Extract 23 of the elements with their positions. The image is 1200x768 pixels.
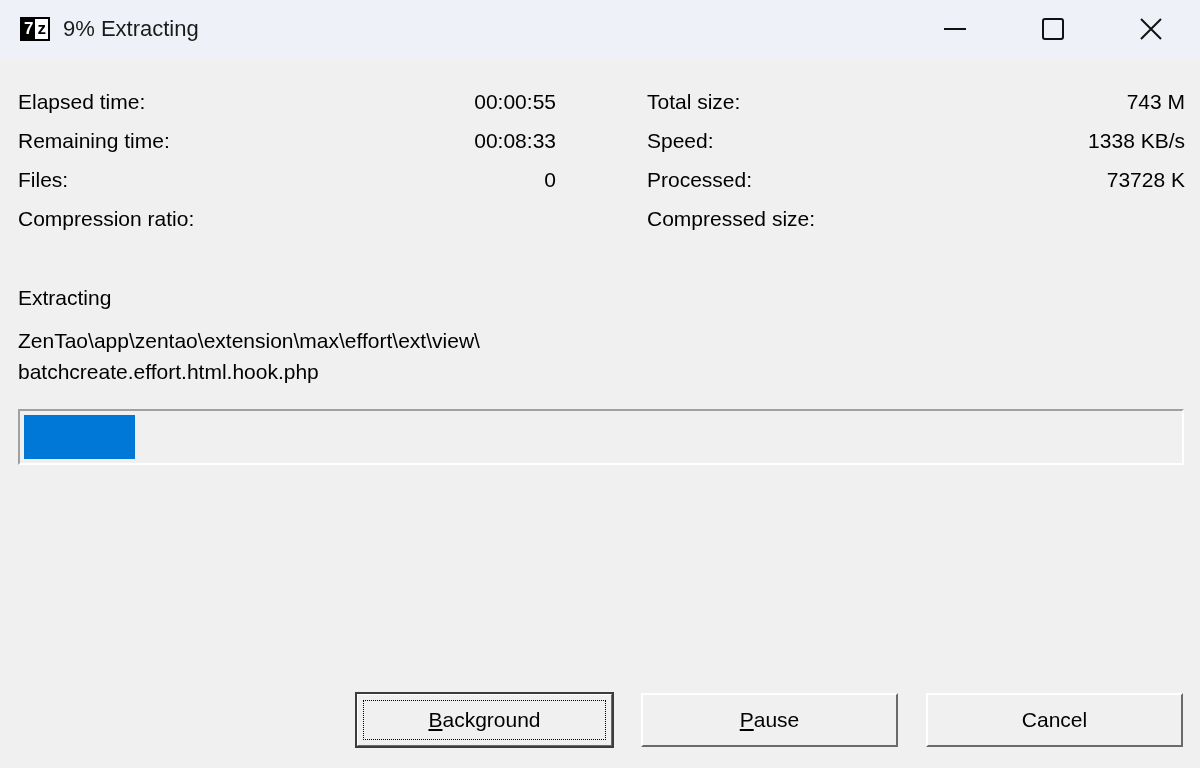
stat-label: Speed: [647,127,714,154]
stat-value: 73728 K [1106,166,1185,193]
stat-value: 1338 KB/s [1088,127,1185,154]
maximize-icon [1042,17,1064,40]
stat-label: Compression ratio: [18,205,195,232]
stat-label: Remaining time: [18,127,170,154]
dialog-button[interactable]: Pause [641,693,898,747]
stat-value: 00:00:55 [474,88,556,115]
stat-value: 743 M [1126,88,1185,115]
file-path: ZenTao\app\zentao\extension\max\effort\ext\view\ batchcreate.effort.html.hook.php [18,328,480,385]
stat-value: 00:08:33 [474,127,556,154]
close-icon [1140,17,1162,40]
stat-label: Files: [18,166,69,193]
stat-label: Elapsed time: [18,88,146,115]
stat-label: Compressed size: [647,205,816,232]
window-title: 9% Extracting [62,15,199,43]
stat-value: 0 [544,166,556,193]
minimize-icon [944,27,966,30]
dialog-button[interactable]: Background [356,693,613,747]
dialog-button[interactable]: Cancel [926,693,1183,747]
stat-label: Total size: [647,88,741,115]
stat-label: Processed: [647,166,753,193]
operation-label: Extracting [18,285,112,311]
